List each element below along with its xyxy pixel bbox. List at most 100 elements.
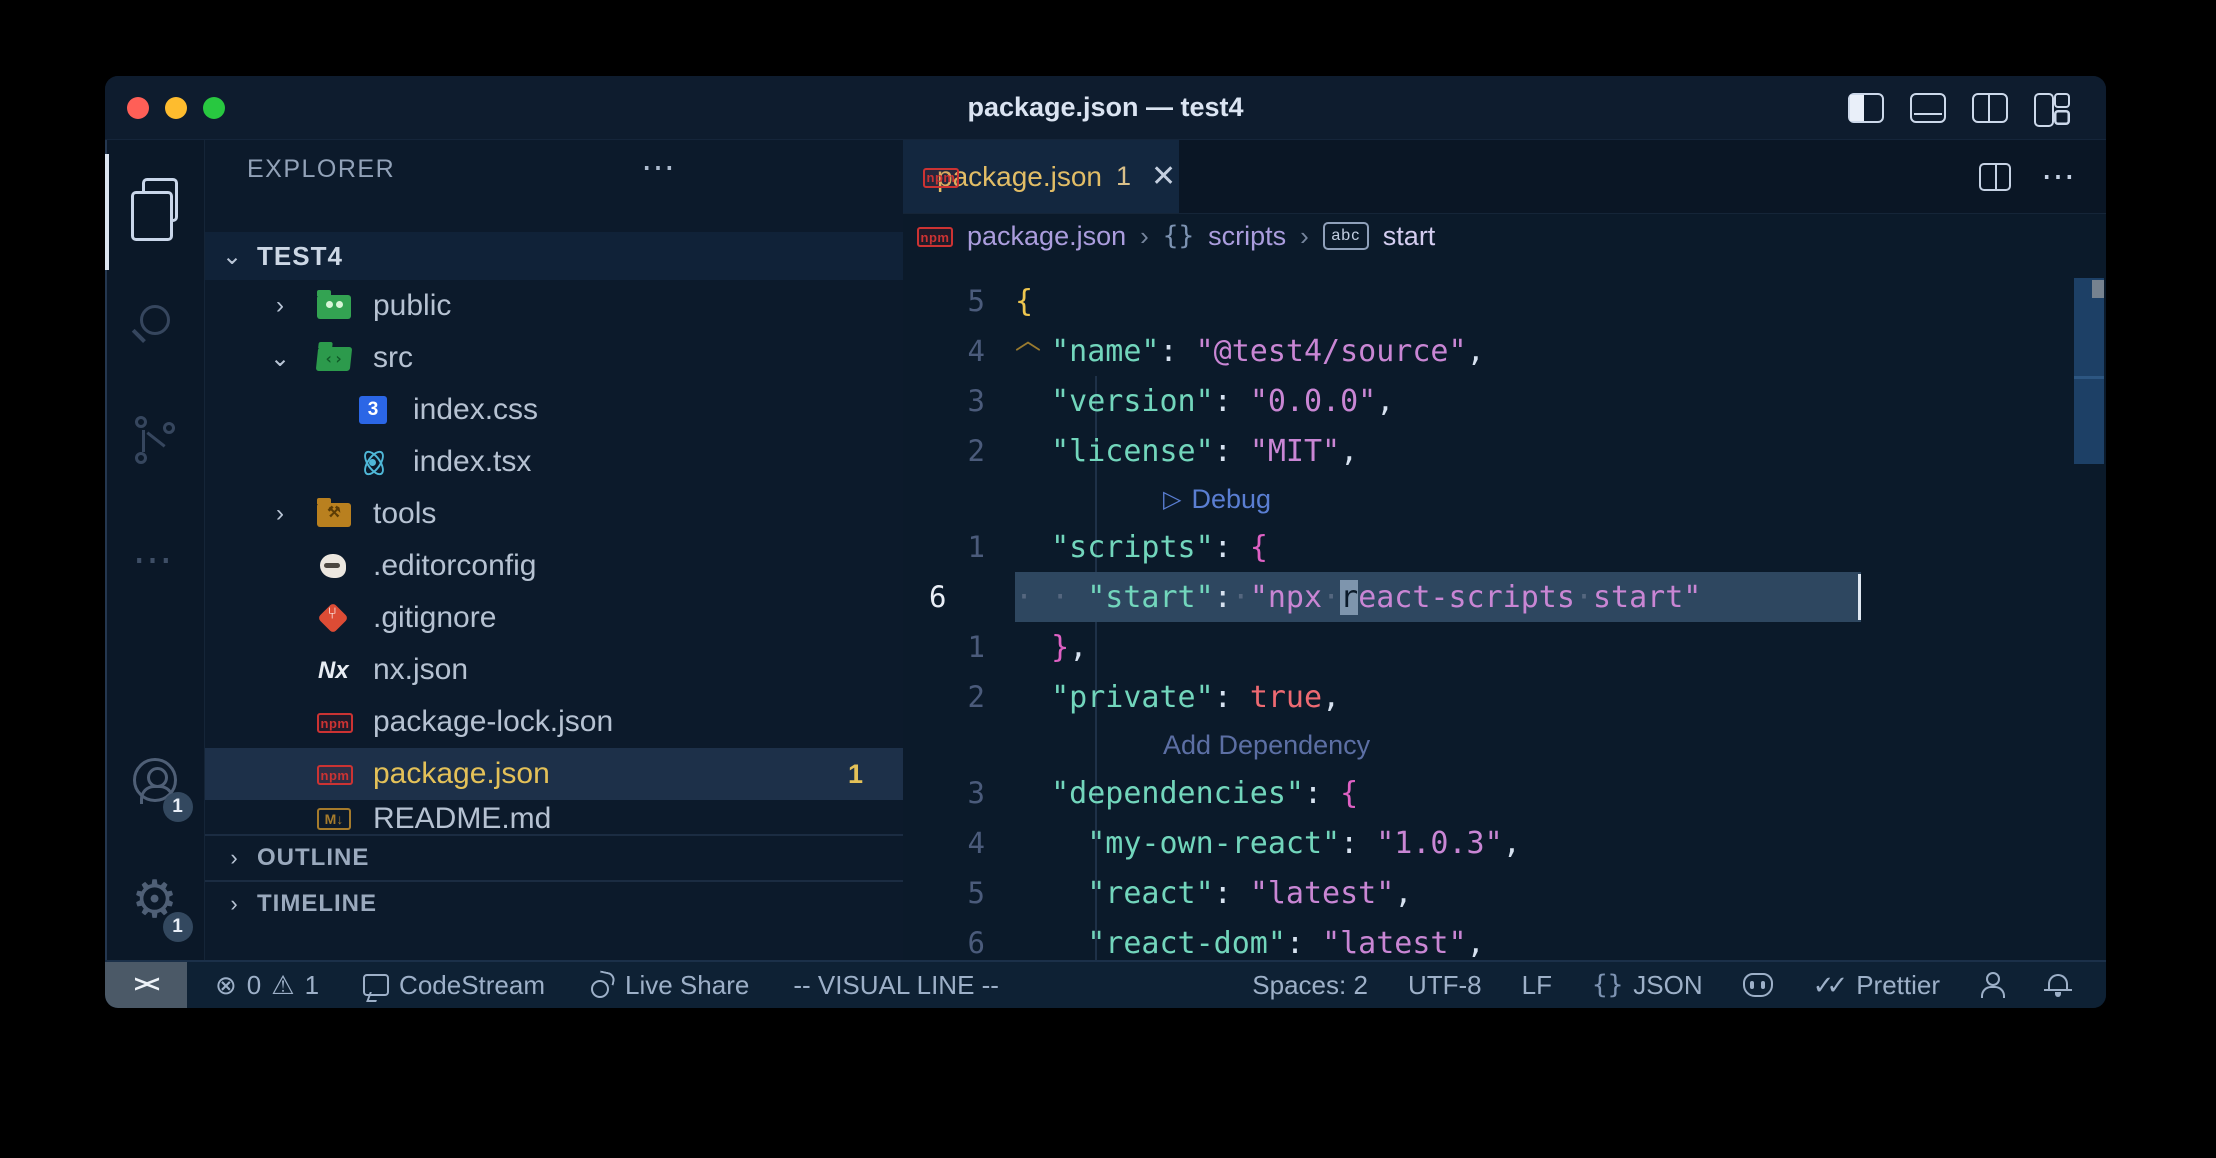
- line-number: 4: [903, 826, 1015, 860]
- tree-item--editorconfig[interactable]: .editorconfig: [205, 540, 903, 592]
- fullscreen-window-button[interactable]: [203, 97, 225, 119]
- react-icon: [357, 447, 393, 477]
- breadcrumb-start[interactable]: start: [1383, 221, 1436, 252]
- tree-item-public[interactable]: ›public: [205, 280, 903, 332]
- bell-icon: [2046, 973, 2070, 997]
- sidebar-item-search[interactable]: [105, 260, 205, 380]
- line-number: 4: [903, 334, 1015, 368]
- npm-icon: npm: [917, 221, 953, 251]
- folder-tools-icon: ⚒: [317, 499, 353, 529]
- code-area[interactable]: 5{︿4 "name": "@test4/source",3 "version"…: [903, 258, 2106, 960]
- accounts-button[interactable]: 1: [105, 720, 205, 840]
- code-line[interactable]: 6· · "start":·"npx·react-scripts·start": [903, 572, 2106, 622]
- chevron-icon: ⌄: [267, 344, 293, 373]
- tree-item-label: index.css: [413, 393, 538, 427]
- code-line[interactable]: 2 "private": true,: [903, 672, 2106, 722]
- chevron-icon: ›: [267, 292, 293, 320]
- file-tree: ›public⌄‹›src3index.cssindex.tsx›⚒tools.…: [205, 280, 903, 834]
- feedback-status[interactable]: [1980, 972, 2006, 998]
- toggle-secondary-sidebar-icon[interactable]: [1972, 93, 2008, 123]
- nx-icon: Nx: [317, 655, 353, 685]
- tree-item-nx-json[interactable]: Nx nx.json: [205, 644, 903, 696]
- close-window-button[interactable]: [127, 97, 149, 119]
- chevron-right-icon: ›: [221, 891, 247, 917]
- settings-button[interactable]: ⚙ 1: [105, 840, 205, 960]
- indentation-status[interactable]: Spaces: 2: [1252, 970, 1368, 1001]
- split-editor-icon[interactable]: [1979, 163, 2011, 191]
- chevron-icon: ›: [267, 500, 293, 528]
- code-line[interactable]: 4 "my-own-react": "1.0.3",: [903, 818, 2106, 868]
- problems-status[interactable]: ⊗ 0 ⚠ 1: [215, 970, 319, 1001]
- codelens-debug[interactable]: ▷Debug: [903, 476, 2106, 522]
- copilot-icon: [1743, 973, 1773, 997]
- line-number: 6: [903, 580, 1015, 614]
- live-share-icon: [589, 972, 615, 998]
- minimize-window-button[interactable]: [165, 97, 187, 119]
- customize-layout-icon[interactable]: [2034, 93, 2074, 123]
- code-line[interactable]: 3 "dependencies": {: [903, 768, 2106, 818]
- sidebar-item-source-control[interactable]: [105, 380, 205, 500]
- tree-root-test4[interactable]: ⌄ TEST4: [205, 232, 903, 280]
- code-line[interactable]: 6 "react-dom": "latest",: [903, 918, 2106, 960]
- live-share-status[interactable]: Live Share: [589, 970, 749, 1001]
- braces-icon: {}: [1163, 221, 1194, 251]
- editor-more-actions-icon[interactable]: ⋯: [2041, 157, 2078, 197]
- npm-icon: npm: [317, 707, 353, 737]
- tree-item-tools[interactable]: ›⚒tools: [205, 488, 903, 540]
- language-mode-status[interactable]: {} JSON: [1592, 970, 1703, 1001]
- breadcrumb-file[interactable]: package.json: [967, 221, 1126, 252]
- sidebar-item-explorer[interactable]: [105, 140, 205, 260]
- notifications-status[interactable]: [2046, 973, 2070, 997]
- codestream-status[interactable]: CodeStream: [363, 970, 545, 1001]
- code-line[interactable]: 5{︿: [903, 276, 2106, 326]
- toggle-sidebar-icon[interactable]: [1848, 93, 1884, 123]
- error-count: 0: [247, 970, 261, 1001]
- copilot-status[interactable]: [1743, 973, 1773, 997]
- line-number: 5: [903, 876, 1015, 910]
- sidebar-item-more-views[interactable]: ⋯: [105, 500, 205, 620]
- search-icon: [140, 305, 170, 335]
- editor-scrollbar[interactable]: [2074, 278, 2104, 464]
- tree-item--gitignore[interactable]: .gitignore: [205, 592, 903, 644]
- tree-item-package-lock-json[interactable]: npmpackage-lock.json: [205, 696, 903, 748]
- tree-item-package-json[interactable]: npmpackage.json1: [205, 748, 903, 800]
- eol-status[interactable]: LF: [1522, 970, 1552, 1001]
- tree-item-label: index.tsx: [413, 445, 531, 479]
- tree-item-label: src: [373, 341, 413, 375]
- accounts-badge: 1: [163, 792, 193, 822]
- line-number: 1: [903, 530, 1015, 564]
- code-line[interactable]: 1 "scripts": {: [903, 522, 2106, 572]
- codelens-add-dependency[interactable]: Add Dependency: [903, 722, 2106, 768]
- toggle-panel-icon[interactable]: [1910, 93, 1946, 123]
- close-tab-icon[interactable]: ✕: [1151, 159, 1176, 194]
- chevron-right-icon: ›: [221, 845, 247, 871]
- timeline-section-header[interactable]: › TIMELINE: [205, 880, 903, 926]
- encoding-status[interactable]: UTF-8: [1408, 970, 1482, 1001]
- explorer-sidebar: EXPLORER ⋯ ⌄ TEST4 ›public⌄‹›src3index.c…: [205, 140, 903, 960]
- git-modified-badge: 1: [848, 759, 863, 790]
- remote-indicator[interactable]: ><: [105, 962, 187, 1008]
- code-line[interactable]: 1 },: [903, 622, 2106, 672]
- double-check-icon: ✓✓: [1813, 970, 1841, 1001]
- prettier-status[interactable]: ✓✓ Prettier: [1813, 970, 1940, 1001]
- code-line[interactable]: 4 "name": "@test4/source",: [903, 326, 2106, 376]
- breadcrumb-scripts[interactable]: scripts: [1208, 221, 1286, 252]
- warning-count: 1: [305, 970, 319, 1001]
- tree-item-index-css[interactable]: 3index.css: [205, 384, 903, 436]
- folder-public-icon: [317, 291, 353, 321]
- braces-icon: {}: [1592, 970, 1623, 1000]
- code-line[interactable]: 2 "license": "MIT",: [903, 426, 2106, 476]
- tab-package-json[interactable]: npm package.json 1 ✕: [903, 140, 1179, 213]
- code-line[interactable]: 3 "version": "0.0.0",: [903, 376, 2106, 426]
- tree-item-label: nx.json: [373, 653, 468, 687]
- explorer-more-actions[interactable]: ⋯: [641, 148, 678, 188]
- traffic-lights: [127, 97, 225, 119]
- code-line[interactable]: 5 "react": "latest",: [903, 868, 2106, 918]
- tree-item-readme-md[interactable]: M↓README.md: [205, 800, 903, 834]
- files-icon: [142, 178, 178, 222]
- outline-section-header[interactable]: › OUTLINE: [205, 834, 903, 880]
- tree-item-index-tsx[interactable]: index.tsx: [205, 436, 903, 488]
- play-icon: ▷: [1163, 485, 1181, 514]
- vim-mode-indicator[interactable]: -- VISUAL LINE --: [793, 970, 999, 1001]
- tree-item-src[interactable]: ⌄‹›src: [205, 332, 903, 384]
